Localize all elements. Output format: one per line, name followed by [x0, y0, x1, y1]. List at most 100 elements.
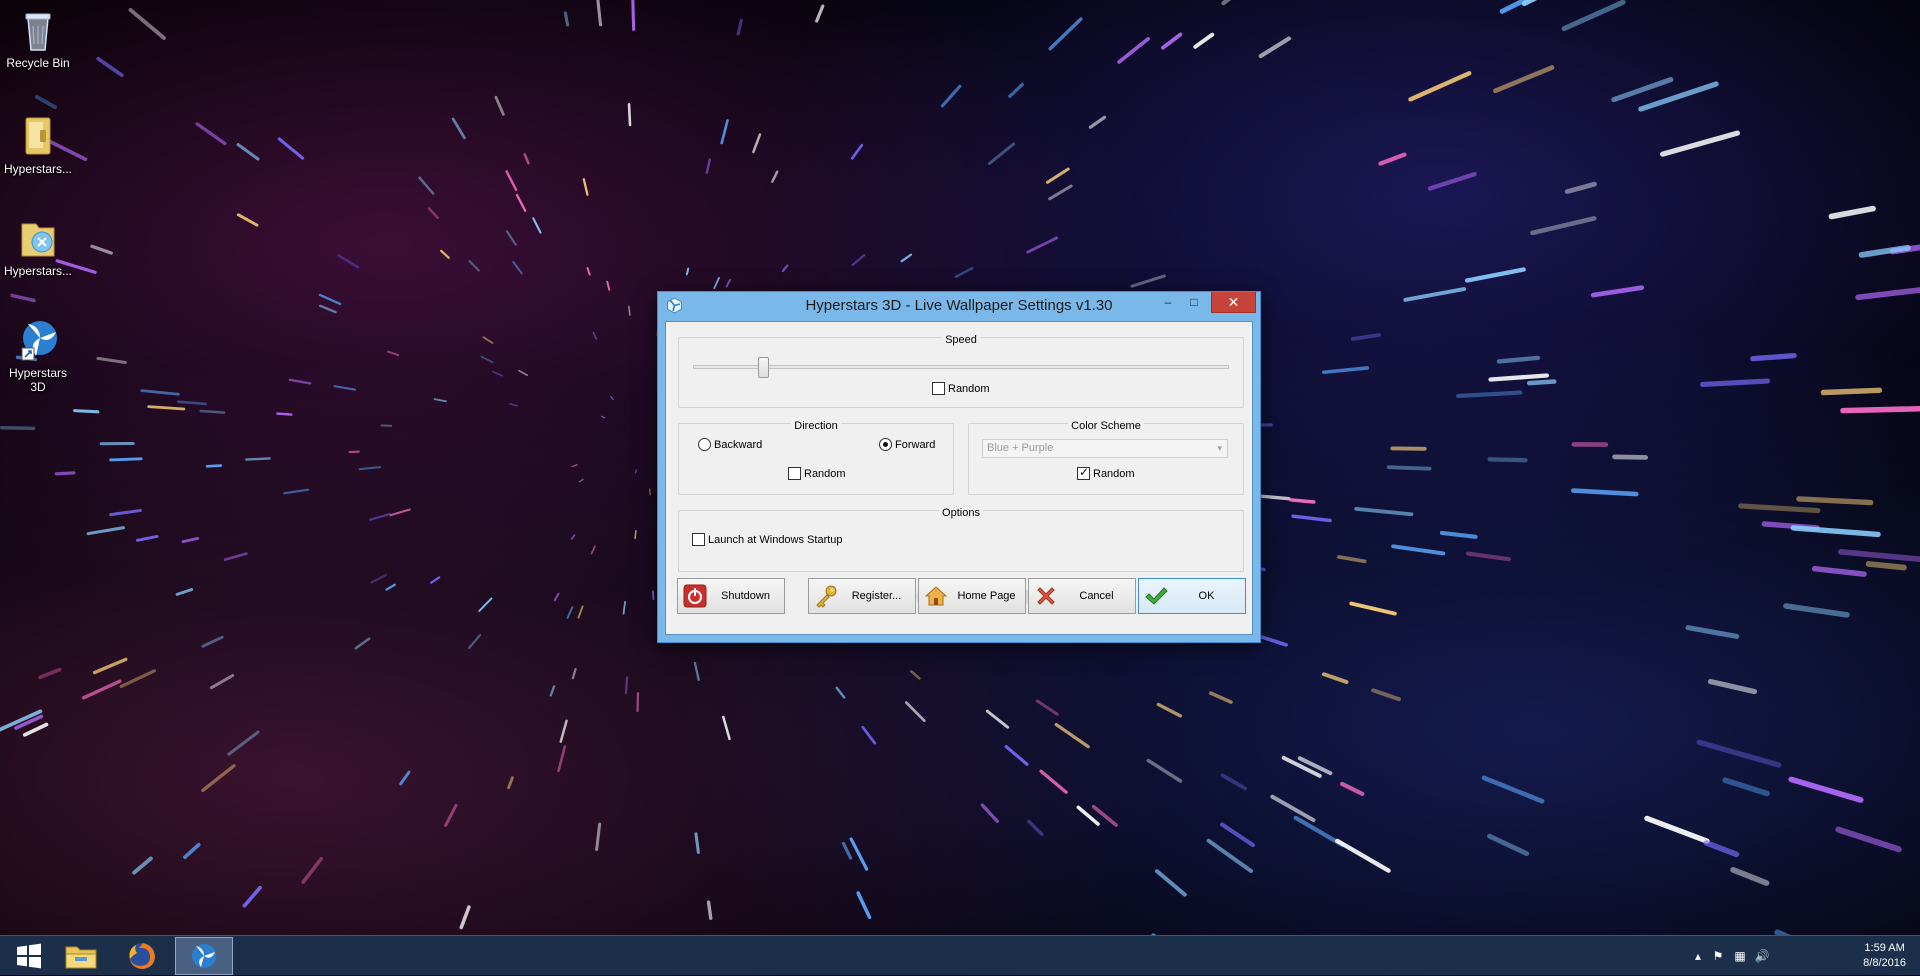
star-streak — [1324, 368, 1367, 372]
star-streak — [360, 467, 381, 469]
forward-radio-circle[interactable] — [879, 438, 892, 451]
direction-group: Direction Backward Forward Random — [678, 423, 954, 495]
hyperstars-taskbar-button[interactable] — [175, 937, 233, 975]
star-streak — [388, 352, 398, 355]
direction-random-box[interactable] — [788, 467, 801, 480]
star-streak — [1699, 742, 1778, 765]
maximize-button[interactable]: □ — [1181, 292, 1207, 313]
direction-random-checkbox[interactable]: Random — [788, 467, 846, 480]
star-streak — [597, 0, 600, 25]
star-streak — [863, 727, 875, 743]
star-streak — [555, 594, 559, 601]
minimize-button[interactable]: ‒ — [1155, 292, 1181, 313]
backward-radio[interactable]: Backward — [698, 438, 762, 451]
desktop-icon-label: Recycle Bin — [0, 56, 76, 70]
speed-random-checkbox[interactable]: Random — [932, 382, 990, 395]
start-button[interactable] — [0, 937, 58, 975]
star-streak — [1157, 871, 1185, 894]
dialog-titlebar[interactable]: Hyperstars 3D - Live Wallpaper Settings … — [658, 292, 1260, 319]
direction-random-label: Random — [804, 468, 846, 480]
star-streak — [1430, 174, 1475, 188]
launch-startup-box[interactable] — [692, 533, 705, 546]
color-random-checkbox[interactable]: Random — [1077, 467, 1135, 480]
home-page-button[interactable]: Home Page — [918, 578, 1026, 614]
file-explorer-taskbar-button[interactable] — [52, 937, 110, 975]
star-streak — [483, 337, 492, 343]
star-streak — [1393, 546, 1443, 553]
ok-button[interactable]: OK — [1138, 578, 1246, 614]
star-streak — [149, 407, 184, 409]
star-streak — [593, 333, 596, 339]
register-button[interactable]: Register... — [808, 578, 916, 614]
clock-time: 1:59 AM — [1863, 941, 1906, 956]
star-streak — [1741, 506, 1818, 511]
desktop-icon-recycle-bin[interactable]: Recycle Bin — [0, 6, 76, 70]
star-streak — [1028, 238, 1057, 252]
star-streak — [1337, 841, 1388, 871]
star-streak — [37, 97, 55, 107]
color-scheme-dropdown[interactable]: Blue + Purple ▾ — [982, 439, 1228, 458]
star-streak — [687, 269, 688, 275]
firefox-icon — [127, 941, 157, 971]
star-streak — [607, 282, 609, 290]
shutdown-button[interactable]: Shutdown — [677, 578, 785, 614]
star-streak — [390, 510, 409, 516]
close-button[interactable]: ✕ — [1211, 292, 1256, 313]
folder-icon — [14, 112, 62, 160]
cancel-button[interactable]: Cancel — [1028, 578, 1136, 614]
volume-icon[interactable]: 🔊 — [1754, 948, 1770, 964]
star-streak — [203, 637, 222, 646]
star-streak — [419, 178, 433, 194]
show-hidden-icons-icon[interactable]: ▴ — [1690, 948, 1706, 964]
star-streak — [1380, 155, 1404, 164]
star-streak — [137, 536, 157, 540]
speed-slider-track[interactable] — [693, 365, 1229, 369]
star-streak — [517, 195, 525, 211]
star-streak — [852, 255, 864, 265]
star-streak — [633, 1, 634, 29]
star-streak — [1711, 682, 1755, 692]
speed-slider-thumb[interactable] — [758, 357, 769, 378]
taskbar: ▴ ⚑ ▦ 🔊 1:59 AM 8/8/2016 — [0, 935, 1920, 975]
star-streak — [911, 671, 919, 678]
star-streak — [1815, 569, 1864, 574]
star-streak — [597, 824, 600, 849]
backward-radio-label: Backward — [714, 439, 762, 451]
desktop-icon-hyperstars-app-folder[interactable]: Hyperstars... — [0, 214, 76, 278]
star-streak — [75, 411, 98, 412]
star-streak — [592, 546, 595, 553]
star-streak — [469, 635, 480, 648]
speed-group-label: Speed — [942, 334, 980, 346]
star-streak — [1050, 186, 1071, 199]
dialog-client-area: Speed Random Direction Backward Forward … — [665, 321, 1253, 635]
star-streak — [1532, 218, 1594, 232]
backward-radio-circle[interactable] — [698, 438, 711, 451]
star-streak — [942, 86, 959, 106]
action-center-flag-icon[interactable]: ⚑ — [1710, 948, 1726, 964]
desktop-icon-hyperstars-3d[interactable]: Hyperstars 3D — [0, 316, 76, 394]
star-streak — [1195, 35, 1212, 47]
star-streak — [453, 119, 464, 138]
network-icon[interactable]: ▦ — [1732, 948, 1748, 964]
star-streak — [1799, 499, 1871, 503]
star-streak — [837, 688, 844, 698]
launch-startup-checkbox[interactable]: Launch at Windows Startup — [692, 533, 843, 546]
star-streak — [290, 380, 310, 383]
desktop-icon-label: Hyperstars... — [0, 264, 76, 278]
star-streak — [134, 858, 151, 872]
firefox-taskbar-button[interactable] — [113, 937, 171, 975]
desktop-icon-hyperstars-folder[interactable]: Hyperstars... — [0, 112, 76, 176]
star-streak — [203, 766, 234, 791]
star-streak — [1843, 409, 1920, 411]
speed-random-box[interactable] — [932, 382, 945, 395]
star-streak — [1688, 628, 1737, 637]
star-streak — [371, 575, 385, 582]
star-streak — [183, 538, 198, 541]
color-random-box[interactable] — [1077, 467, 1090, 480]
star-streak — [429, 208, 438, 217]
star-streak — [510, 404, 517, 406]
shutdown-button-label: Shutdown — [707, 590, 784, 602]
clock[interactable]: 1:59 AM 8/8/2016 — [1863, 941, 1906, 971]
forward-radio[interactable]: Forward — [879, 438, 935, 451]
star-streak — [568, 607, 573, 618]
